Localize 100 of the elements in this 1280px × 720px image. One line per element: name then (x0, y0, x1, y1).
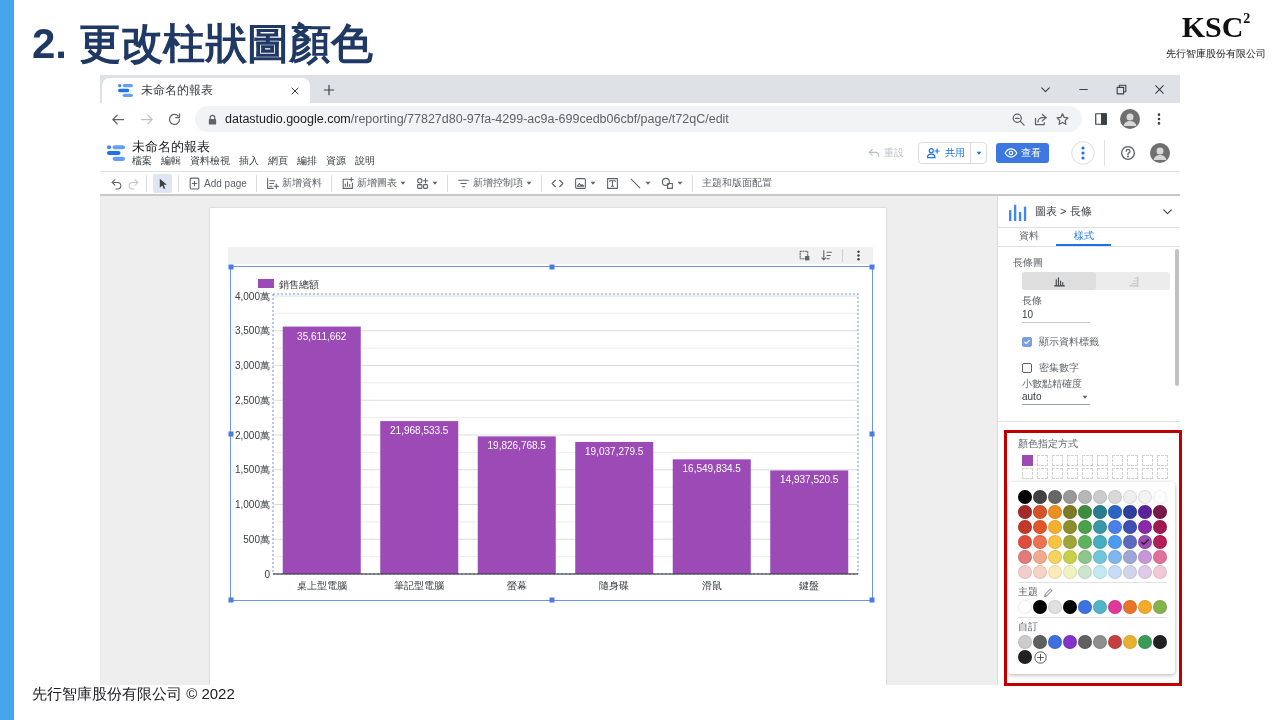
color-swatch[interactable] (1033, 635, 1047, 649)
reload-icon[interactable] (167, 111, 182, 127)
series-color-swatch[interactable] (1022, 455, 1033, 466)
color-swatch[interactable] (1063, 550, 1077, 564)
avatar-icon[interactable] (1120, 109, 1140, 129)
avatar-icon[interactable] (1150, 143, 1170, 163)
close-icon[interactable] (1153, 82, 1166, 96)
color-swatch[interactable] (1153, 490, 1167, 504)
bar[interactable] (770, 470, 849, 574)
bar[interactable] (477, 436, 556, 574)
report-logo-icon[interactable] (107, 145, 125, 161)
star-icon[interactable] (1055, 111, 1070, 127)
add-data-button[interactable]: 新增資料 (262, 173, 325, 193)
color-swatch[interactable] (1153, 535, 1167, 549)
color-swatch[interactable] (1138, 550, 1152, 564)
color-swatch[interactable] (1123, 505, 1137, 519)
help-icon[interactable] (1120, 145, 1136, 161)
bar[interactable] (575, 441, 654, 574)
color-swatch[interactable] (1048, 535, 1062, 549)
add-control-button[interactable]: 新增控制項 (453, 173, 535, 193)
color-swatch[interactable] (1093, 550, 1107, 564)
color-swatch[interactable] (1153, 520, 1167, 534)
color-swatch[interactable] (1108, 635, 1122, 649)
color-swatch[interactable] (1093, 505, 1107, 519)
empty-color-slot[interactable] (1082, 468, 1093, 479)
zoom-out-icon[interactable] (1011, 111, 1026, 127)
color-swatch[interactable] (1033, 520, 1047, 534)
color-swatch[interactable] (1138, 505, 1152, 519)
color-swatch[interactable] (1033, 565, 1047, 579)
color-swatch[interactable] (1078, 520, 1092, 534)
color-swatch[interactable] (1048, 550, 1062, 564)
color-swatch[interactable] (1108, 550, 1122, 564)
empty-color-slot[interactable] (1037, 455, 1048, 466)
add-page-button[interactable]: Add page (185, 173, 250, 193)
color-swatch[interactable] (1093, 490, 1107, 504)
color-swatch[interactable] (1108, 490, 1122, 504)
color-swatch[interactable] (1153, 635, 1167, 649)
color-swatch[interactable] (1033, 535, 1047, 549)
color-swatch[interactable] (1108, 520, 1122, 534)
report-title[interactable]: 未命名的報表 (132, 139, 375, 154)
color-swatch[interactable] (1048, 600, 1062, 614)
share-icon[interactable] (1033, 111, 1048, 127)
checkbox[interactable] (1022, 363, 1032, 373)
color-swatch[interactable] (1063, 505, 1077, 519)
color-swatch[interactable] (1018, 520, 1032, 534)
menu-item[interactable]: 編輯 (161, 154, 181, 167)
color-swatch[interactable] (1123, 535, 1137, 549)
color-swatch[interactable] (1153, 600, 1167, 614)
add-color-icon[interactable] (1033, 650, 1047, 664)
empty-color-slot[interactable] (1112, 455, 1123, 466)
color-swatch[interactable] (1048, 565, 1062, 579)
resize-handle[interactable] (228, 264, 234, 270)
color-swatch[interactable] (1018, 635, 1032, 649)
color-swatch[interactable] (1093, 535, 1107, 549)
menu-item[interactable]: 插入 (239, 154, 259, 167)
color-swatch[interactable] (1033, 490, 1047, 504)
checkbox-label[interactable]: 顯示資料標籤 (1039, 336, 1099, 348)
color-swatch[interactable] (1093, 635, 1107, 649)
scrollbar[interactable] (1175, 249, 1179, 386)
color-swatch[interactable] (1093, 600, 1107, 614)
empty-color-slot[interactable] (1142, 455, 1153, 466)
orientation-toggle[interactable] (1022, 272, 1096, 290)
empty-color-slot[interactable] (1097, 468, 1108, 479)
color-swatch[interactable] (1078, 490, 1092, 504)
color-swatch[interactable] (1123, 635, 1137, 649)
color-swatch[interactable] (1018, 600, 1032, 614)
empty-color-slot[interactable] (1127, 455, 1138, 466)
color-swatch[interactable] (1063, 490, 1077, 504)
color-swatch[interactable] (1138, 565, 1152, 579)
color-swatch[interactable] (1093, 565, 1107, 579)
color-swatch[interactable] (1108, 600, 1122, 614)
color-swatch[interactable] (1033, 505, 1047, 519)
color-swatch[interactable] (1078, 505, 1092, 519)
color-swatch[interactable] (1108, 535, 1122, 549)
menu-item[interactable]: 編排 (297, 154, 317, 167)
resize-handle[interactable] (549, 264, 554, 270)
color-swatch[interactable] (1153, 565, 1167, 579)
menu-item[interactable]: 資源 (326, 154, 346, 167)
color-swatch[interactable] (1048, 505, 1062, 519)
empty-color-slot[interactable] (1157, 455, 1168, 466)
color-swatch[interactable] (1063, 565, 1077, 579)
color-swatch[interactable] (1018, 550, 1032, 564)
color-swatch[interactable] (1138, 600, 1152, 614)
color-swatch[interactable] (1153, 505, 1167, 519)
panel-tab[interactable]: 樣式 (1056, 228, 1111, 246)
bar[interactable] (380, 421, 459, 574)
resize-handle[interactable] (228, 597, 234, 603)
color-swatch[interactable] (1123, 600, 1137, 614)
color-swatch[interactable] (1138, 520, 1152, 534)
color-swatch[interactable] (1138, 535, 1152, 549)
empty-color-slot[interactable] (1037, 468, 1048, 479)
menu-item[interactable]: 網頁 (268, 154, 288, 167)
theme-button[interactable]: 主題和版面配置 (698, 173, 775, 193)
color-swatch[interactable] (1123, 490, 1137, 504)
bar[interactable] (282, 326, 361, 574)
pencil-icon[interactable] (1043, 586, 1054, 598)
bar[interactable] (672, 459, 751, 574)
checkbox[interactable] (1022, 337, 1032, 347)
color-swatch[interactable] (1018, 535, 1032, 549)
color-swatch[interactable] (1018, 490, 1032, 504)
